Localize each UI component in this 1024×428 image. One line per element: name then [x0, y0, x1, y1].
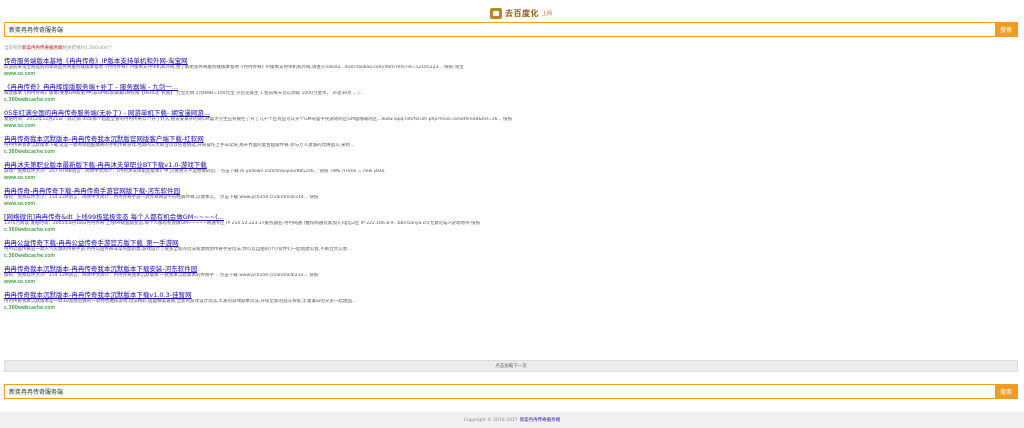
- result-item: 冉冉公益传奇下载-冉冉公益传奇手游官方版下载_第一手游网 冉冉公益传奇是一款人气…: [4, 239, 904, 259]
- result-item: 传奇服务端版本基地《冉冉传奇》IP版本支持单机和外网-淘宝网 欢迎前来淘宝网选购…: [4, 57, 904, 77]
- footer-copyright: Copyright © 2016-2017: [463, 417, 518, 423]
- result-item: 冉冉传奇我本沉默版本-冉冉传奇我本沉默版本下载安装-河东软件园 版权：免费软件大…: [4, 265, 904, 285]
- result-url[interactable]: c.360webcache.com: [4, 97, 904, 103]
- stats-keyword: 新奕冉冉传奇服务端: [22, 46, 63, 51]
- result-title[interactable]: 冉冉传奇-冉冉传奇下载-冉冉传奇手游官网版下载-河东软件园: [4, 187, 904, 195]
- load-next-page-button[interactable]: 点击加载下一页: [4, 360, 1018, 372]
- logo-sub: 上网: [542, 10, 553, 17]
- search-input[interactable]: [5, 23, 995, 36]
- result-url[interactable]: www.so.com: [4, 175, 904, 181]
- result-item: 冉冉传奇-冉冉传奇下载-冉冉传奇手游官网版下载-河东软件园 版权：免费软件大小：…: [4, 187, 904, 207]
- result-title[interactable]: [网络微讯]冉冉传奇&dt 上线99极猛极变态 每个人都有机会做GM~~~~(.…: [4, 213, 904, 221]
- stats-suffix: 相关结果约1,000,000个: [62, 46, 113, 51]
- result-title[interactable]: 《冉冉传奇》冉冉辉煌版服务端+补丁 - 服务器端 - 九剑一...: [4, 83, 904, 91]
- result-item: [网络微讯]冉冉传奇&dt 上线99极猛极变态 每个人都有机会做GM~~~~(.…: [4, 213, 904, 233]
- result-url[interactable]: c.360webcache.com: [4, 227, 904, 233]
- result-item: 《冉冉传奇》冉冉辉煌版服务端+补丁 - 服务器端 - 九剑一... 辉煌版本《冉…: [4, 83, 904, 103]
- result-title[interactable]: 05年红满全国的冉冉传奇服务端(无补丁) - 网游单机下载- 網宝漫网游...: [4, 109, 904, 117]
- bottom-search-bar: 搜索: [4, 384, 1018, 399]
- result-item: 05年红满全国的冉冉传奇服务端(无补丁) - 网游单机下载- 網宝漫网游... …: [4, 109, 904, 129]
- search-button[interactable]: 搜索: [995, 23, 1017, 36]
- results-list: 传奇服务端版本基地《冉冉传奇》IP版本支持单机和外网-淘宝网 欢迎前来淘宝网选购…: [4, 57, 904, 317]
- site-logo[interactable]: 去百度化 上网: [490, 7, 552, 19]
- result-url[interactable]: www.so.com: [4, 279, 904, 285]
- result-title[interactable]: 冉冉传奇我本沉默版本-冉冉传奇我本沉默版官网版客户端下载-红软网: [4, 135, 904, 143]
- result-url[interactable]: c.360webcache.com: [4, 149, 904, 155]
- result-item: 冉冉沐夫第职业版本最新版下载-冉冉沐夫单职业BT下载v1.0-游戏下载 游戏：免…: [4, 161, 904, 181]
- result-item: 冉冉传奇我本沉默版本-冉冉传奇我本沉默版本下载v1.0.3-佳暂网 冉冉传奇我本…: [4, 291, 904, 311]
- result-title[interactable]: 冉冉沐夫第职业版本最新版下载-冉冉沐夫单职业BT下载v1.0-游戏下载: [4, 161, 904, 169]
- result-title[interactable]: 冉冉传奇我本沉默版本-冉冉传奇我本沉默版本下载v1.0.3-佳暂网: [4, 291, 904, 299]
- top-search-bar: 搜索: [4, 22, 1018, 37]
- logo-mark-icon: [490, 7, 502, 19]
- result-url[interactable]: c.360webcache.com: [4, 253, 904, 259]
- page-footer: Copyright © 2016-2017 新奕冉冉传奇服务端: [0, 412, 1024, 428]
- result-url[interactable]: www.so.com: [4, 201, 904, 207]
- logo-name: 去百度化: [505, 8, 539, 18]
- result-title[interactable]: 冉冉传奇我本沉默版本-冉冉传奇我本沉默版本下载安装-河东软件园: [4, 265, 904, 273]
- result-stats: 当前找到新奕冉冉传奇服务端相关结果约1,000,000个: [4, 45, 112, 51]
- search-input-bottom[interactable]: [5, 385, 995, 398]
- result-title[interactable]: 冉冉公益传奇下载-冉冉公益传奇手游官方版下载_第一手游网: [4, 239, 904, 247]
- result-url[interactable]: c.360webcache.com: [4, 305, 904, 311]
- result-item: 冉冉传奇我本沉默版本-冉冉传奇我本沉默版官网版客户端下载-红软网 冉冉传奇我本沉…: [4, 135, 904, 155]
- result-title[interactable]: 传奇服务端版本基地《冉冉传奇》IP版本支持单机和外网-淘宝网: [4, 57, 904, 65]
- search-button-bottom[interactable]: 搜索: [995, 385, 1017, 398]
- stats-prefix: 当前找到: [4, 46, 22, 51]
- result-url[interactable]: www.so.com: [4, 123, 904, 129]
- footer-link[interactable]: 新奕冉冉传奇服务端: [520, 417, 561, 423]
- result-url[interactable]: www.so.com: [4, 71, 904, 77]
